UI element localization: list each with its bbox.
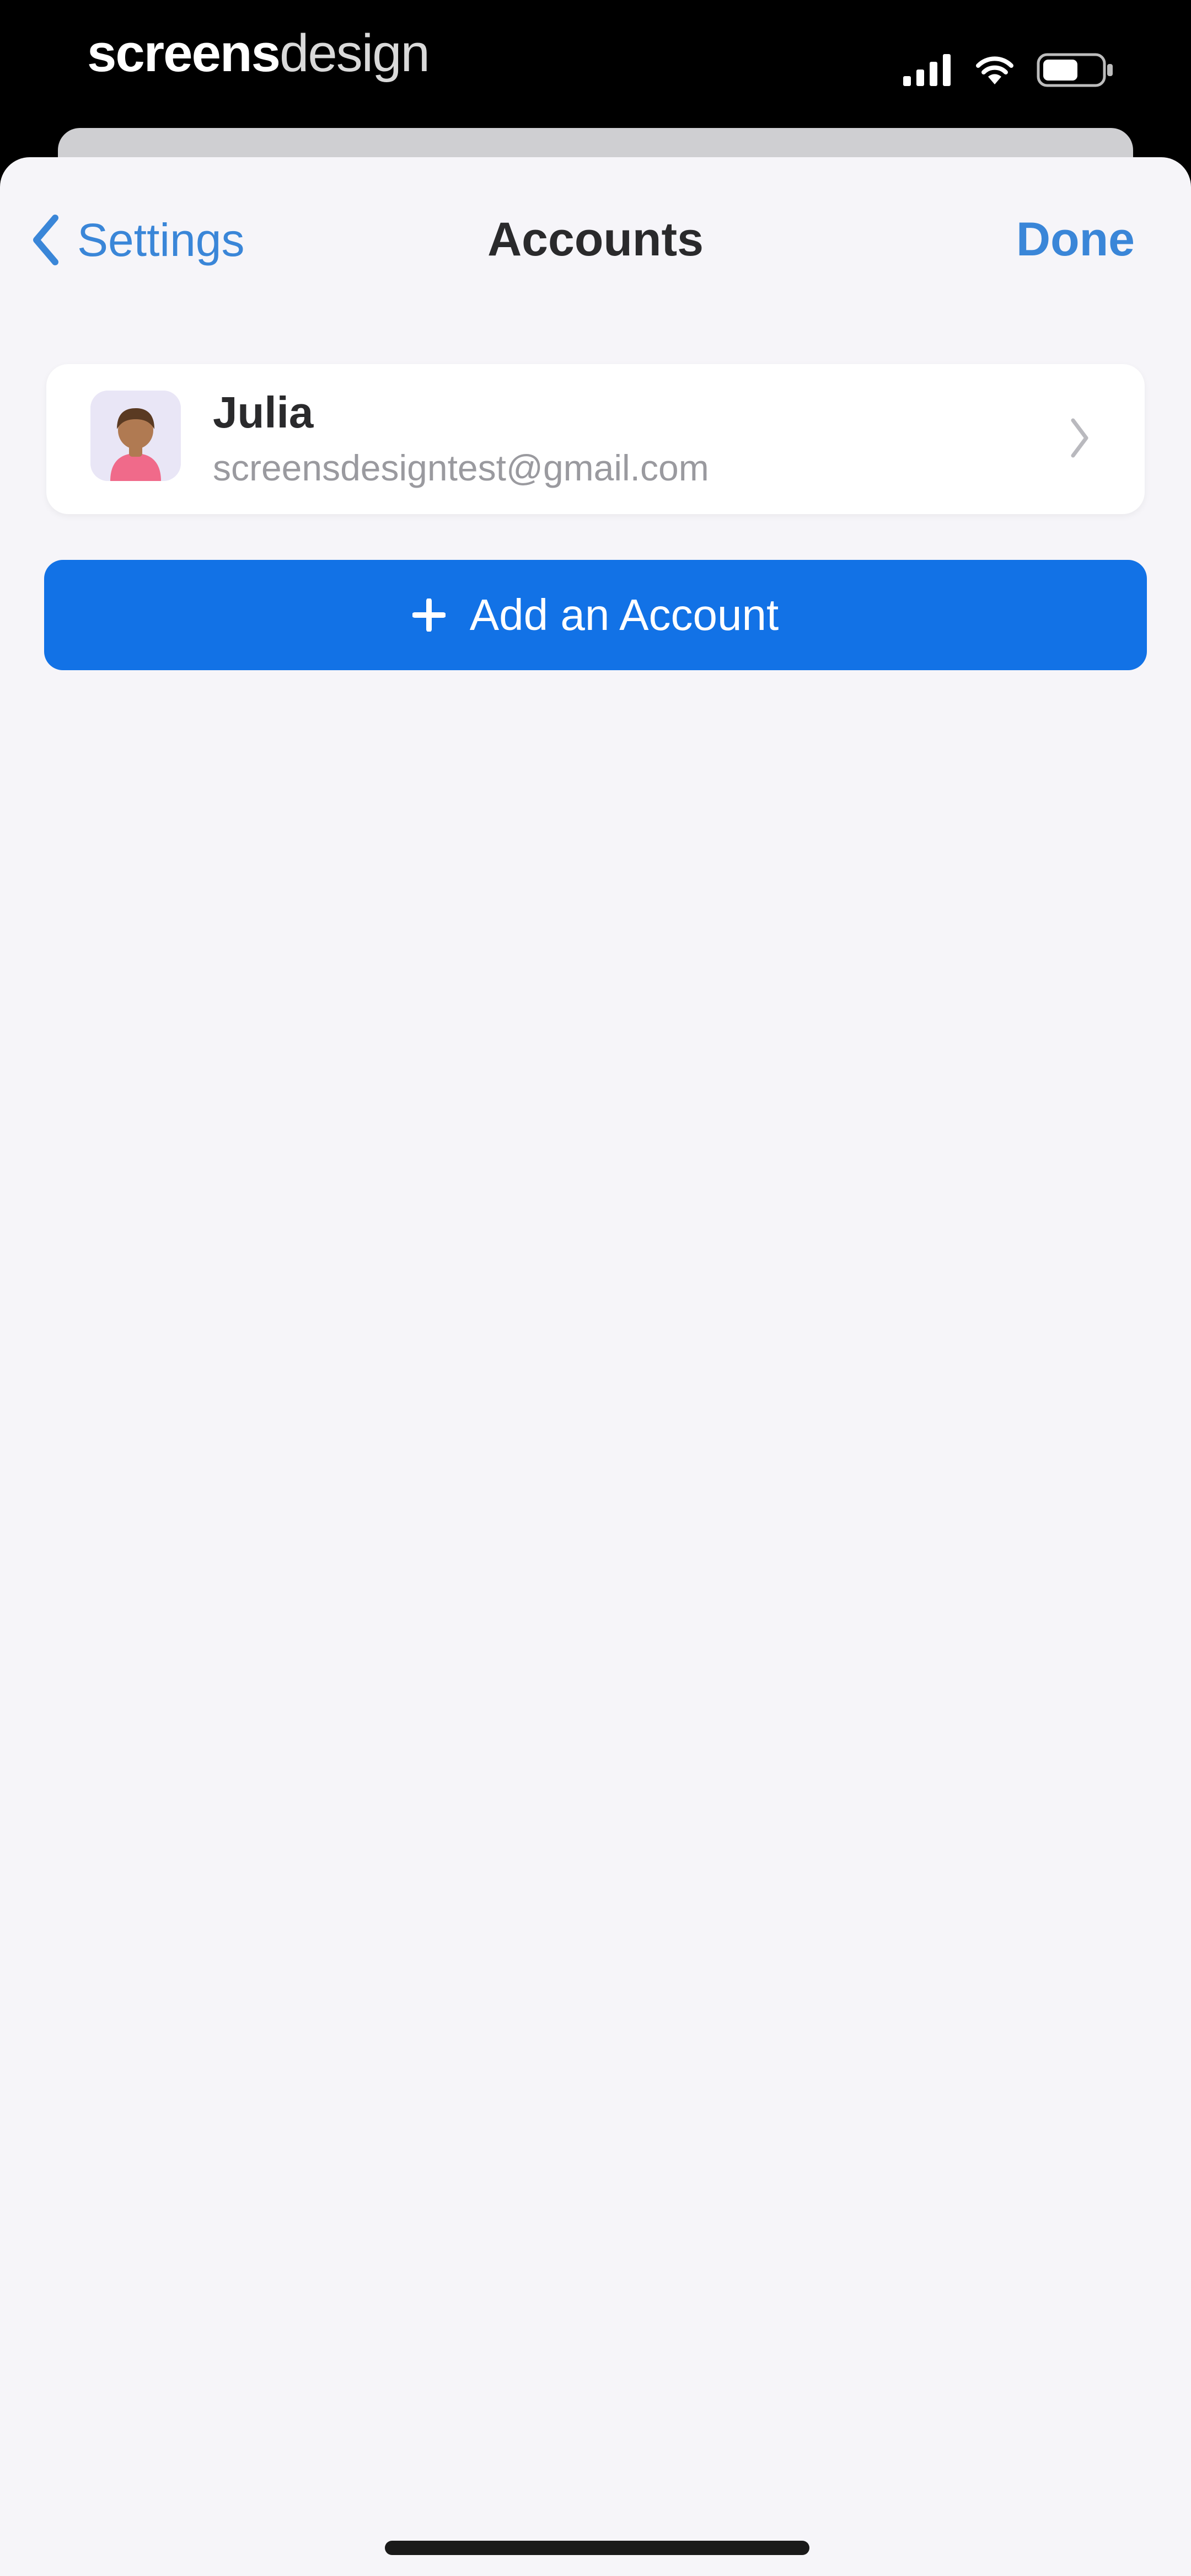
- screen: screensdesign Settings Accounts Done Jul…: [0, 0, 1191, 2576]
- plus-icon: [412, 598, 446, 632]
- brand-watermark: screensdesign: [87, 23, 430, 84]
- status-bar: screensdesign: [0, 0, 1191, 127]
- avatar-icon: [90, 391, 181, 481]
- status-icons: [903, 51, 1114, 89]
- add-account-button[interactable]: Add an Account: [44, 560, 1147, 670]
- battery-icon: [1037, 53, 1113, 87]
- account-name: Julia: [213, 388, 314, 437]
- avatar-illustration: [90, 391, 181, 481]
- brand-part-1: screens: [87, 24, 281, 83]
- accounts-sheet: Settings Accounts Done Julia screensdesi…: [0, 157, 1191, 2576]
- account-row[interactable]: Julia screensdesigntest@gmail.com: [46, 364, 1145, 514]
- done-button[interactable]: Done: [1016, 212, 1135, 267]
- navigation-bar: Settings Accounts Done: [0, 157, 1191, 317]
- account-email: screensdesigntest@gmail.com: [213, 447, 709, 488]
- cellular-signal-icon: [903, 54, 951, 86]
- page-title: Accounts: [487, 213, 704, 266]
- home-indicator[interactable]: [385, 2541, 809, 2555]
- wifi-icon: [976, 56, 1013, 84]
- chevron-right-icon: [1071, 418, 1088, 458]
- brand-part-2: design: [279, 24, 430, 83]
- add-account-label: Add an Account: [469, 590, 779, 639]
